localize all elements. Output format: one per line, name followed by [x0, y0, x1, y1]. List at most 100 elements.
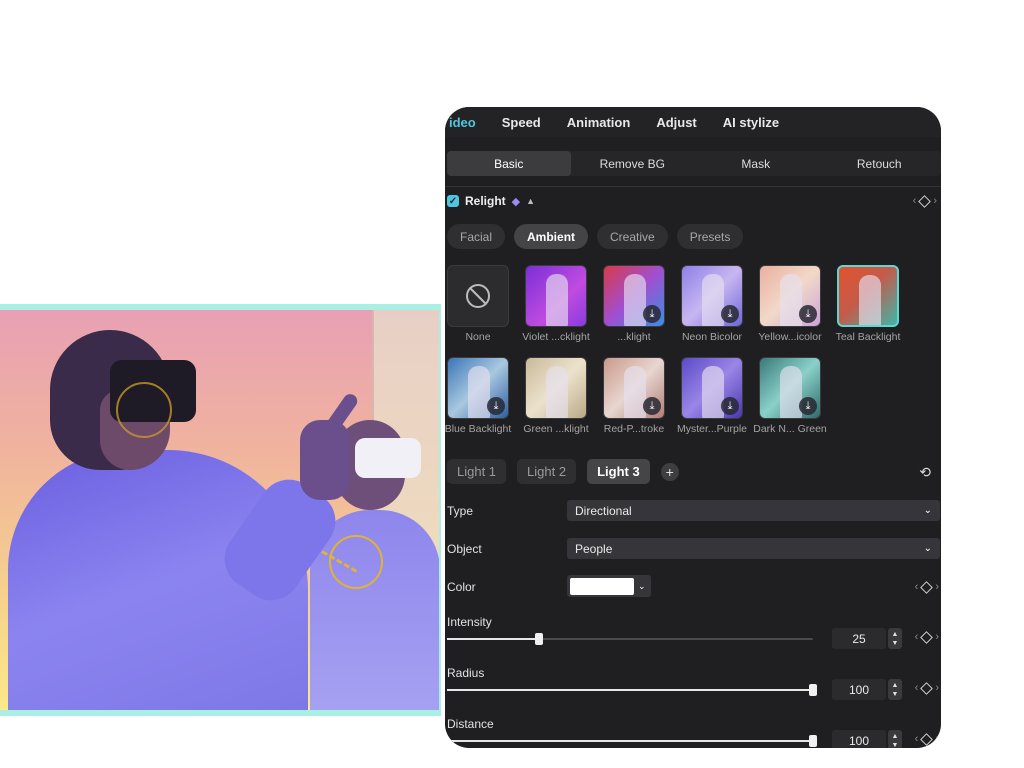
preset-item[interactable]: ⤓ Dark N... Green	[753, 357, 827, 437]
caret-up-icon[interactable]: ▲	[526, 196, 535, 206]
preset-thumbnail[interactable]: ⤓	[603, 357, 665, 419]
download-icon[interactable]: ⤓	[643, 305, 661, 323]
download-icon[interactable]: ⤓	[721, 305, 739, 323]
figure-silhouette	[780, 366, 802, 418]
light-tabs: Light 1 Light 2 Light 3 +	[447, 459, 679, 484]
next-keyframe-icon[interactable]: ›	[935, 682, 939, 694]
divider	[445, 186, 941, 187]
category-creative[interactable]: Creative	[597, 224, 668, 249]
prev-keyframe-icon[interactable]: ‹	[915, 682, 919, 694]
category-ambient[interactable]: Ambient	[514, 224, 589, 249]
intensity-value-input[interactable]: 25	[832, 628, 886, 649]
preset-thumbnail[interactable]: ⤓	[447, 357, 509, 419]
distance-value-input[interactable]: 100	[832, 730, 886, 748]
keyframe-icon[interactable]	[918, 194, 932, 208]
preset-item[interactable]: ⤓ ...klight	[603, 265, 665, 345]
tab-speed[interactable]: Speed	[502, 115, 541, 130]
check-icon: ✓	[448, 195, 458, 207]
category-presets[interactable]: Presets	[676, 224, 744, 249]
preset-item[interactable]: ⤓ Yellow...icolor	[758, 265, 822, 345]
slider-handle[interactable]	[809, 735, 817, 747]
prev-keyframe-icon[interactable]: ‹	[915, 631, 919, 643]
reset-icon[interactable]: ⟲	[919, 464, 931, 481]
preset-thumbnail[interactable]	[525, 357, 587, 419]
tab-video[interactable]: ideo	[449, 115, 476, 130]
prev-keyframe-icon[interactable]: ‹	[915, 581, 919, 593]
preset-thumbnail[interactable]	[525, 265, 587, 327]
slider-fill	[447, 740, 813, 742]
preset-thumbnail[interactable]	[447, 265, 509, 327]
next-keyframe-icon[interactable]: ›	[935, 733, 939, 745]
light-target-marker[interactable]	[116, 382, 172, 438]
sub-tab-bar: Basic Remove BG Mask Retouch	[447, 151, 941, 176]
subtab-mask[interactable]: Mask	[694, 151, 818, 176]
relight-header: ✓ Relight ◆ ▲ ‹ ›	[447, 191, 939, 211]
prev-keyframe-icon[interactable]: ‹	[913, 195, 917, 207]
color-swatch[interactable]	[570, 577, 634, 595]
preset-item[interactable]: ⤓ Red-P...troke	[603, 357, 665, 437]
subtab-basic[interactable]: Basic	[447, 151, 571, 176]
category-facial[interactable]: Facial	[447, 224, 506, 249]
light-tab-2[interactable]: Light 2	[517, 459, 577, 484]
color-picker[interactable]: ⌄	[567, 575, 651, 597]
stepper-icon[interactable]: ▲ ▼	[888, 730, 902, 748]
tab-adjust[interactable]: Adjust	[656, 115, 696, 130]
preset-thumbnail[interactable]	[837, 265, 899, 327]
light-tab-3[interactable]: Light 3	[587, 459, 650, 484]
download-icon[interactable]: ⤓	[643, 397, 661, 415]
radius-label: Radius	[447, 666, 485, 680]
preset-item[interactable]: ⤓ Myster...Purple	[677, 357, 747, 437]
keyframe-controls: ‹ ›	[915, 732, 939, 746]
type-value: Directional	[575, 503, 632, 518]
preset-item[interactable]: None	[447, 265, 509, 345]
preset-item[interactable]: Violet ...cklight	[522, 265, 590, 345]
download-icon[interactable]: ⤓	[799, 397, 817, 415]
editor-panel: ideo Speed Animation Adjust AI stylize B…	[445, 107, 941, 748]
radius-slider[interactable]	[447, 684, 817, 696]
slider-handle[interactable]	[534, 633, 543, 645]
object-select[interactable]: People ⌄	[567, 538, 940, 559]
download-icon[interactable]: ⤓	[721, 397, 739, 415]
person-b-body	[310, 510, 439, 710]
download-icon[interactable]: ⤓	[487, 397, 505, 415]
add-light-button[interactable]: +	[660, 462, 679, 481]
preset-item[interactable]: ⤓ Blue Backlight	[445, 357, 511, 437]
preset-item[interactable]: ⤓ Neon Bicolor	[681, 265, 743, 345]
keyframe-icon[interactable]	[920, 732, 934, 746]
distance-slider[interactable]	[447, 735, 817, 747]
preset-thumbnail[interactable]: ⤓	[681, 265, 743, 327]
preset-thumbnail[interactable]: ⤓	[603, 265, 665, 327]
category-pills: Facial Ambient Creative Presets	[447, 224, 744, 249]
stepper-icon[interactable]: ▲ ▼	[888, 628, 902, 649]
type-select[interactable]: Directional ⌄	[567, 500, 940, 521]
chevron-down-icon[interactable]: ⌄	[638, 581, 646, 592]
preset-item[interactable]: Green ...klight	[523, 357, 589, 437]
stepper-icon[interactable]: ▲ ▼	[888, 679, 902, 700]
keyframe-icon[interactable]	[920, 630, 934, 644]
preset-thumbnail[interactable]: ⤓	[759, 357, 821, 419]
subtab-remove-bg[interactable]: Remove BG	[571, 151, 695, 176]
subtab-retouch[interactable]: Retouch	[818, 151, 942, 176]
radius-value-input[interactable]: 100	[832, 679, 886, 700]
none-icon	[466, 284, 490, 308]
gem-icon: ◆	[511, 195, 521, 208]
next-keyframe-icon[interactable]: ›	[935, 631, 939, 643]
tab-animation[interactable]: Animation	[567, 115, 631, 130]
prev-keyframe-icon[interactable]: ‹	[915, 733, 919, 745]
relight-checkbox[interactable]: ✓	[447, 195, 459, 207]
preset-thumbnail[interactable]: ⤓	[681, 357, 743, 419]
light-tab-1[interactable]: Light 1	[447, 459, 507, 484]
intensity-slider[interactable]	[447, 633, 813, 645]
keyframe-icon[interactable]	[920, 580, 934, 594]
next-keyframe-icon[interactable]: ›	[935, 581, 939, 593]
slider-handle[interactable]	[809, 684, 817, 696]
figure-silhouette	[624, 366, 646, 418]
preset-item[interactable]: Teal Backlight	[836, 265, 900, 345]
slider-fill	[447, 689, 813, 691]
figure-silhouette	[546, 274, 568, 326]
next-keyframe-icon[interactable]: ›	[933, 195, 937, 207]
keyframe-icon[interactable]	[920, 681, 934, 695]
download-icon[interactable]: ⤓	[799, 305, 817, 323]
tab-ai-stylize[interactable]: AI stylize	[723, 115, 779, 130]
preset-thumbnail[interactable]: ⤓	[759, 265, 821, 327]
